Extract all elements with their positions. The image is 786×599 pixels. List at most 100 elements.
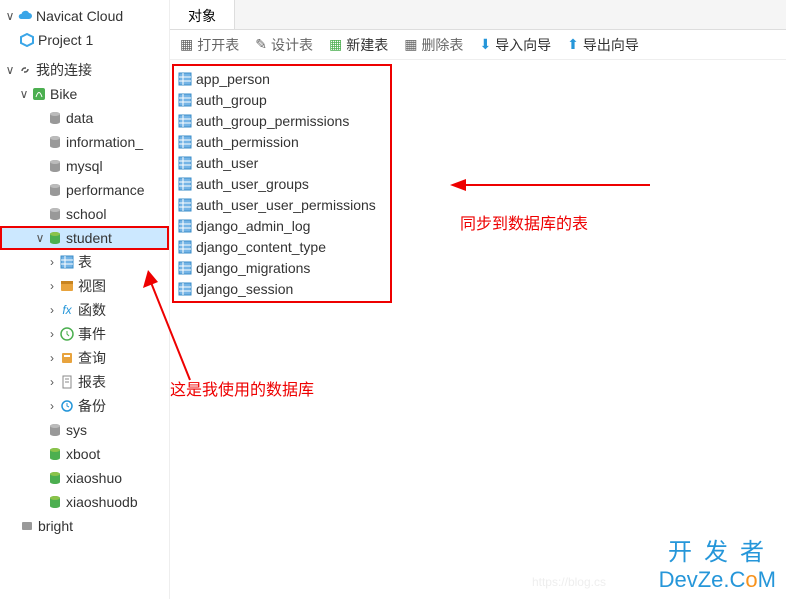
table-row[interactable]: django_content_type xyxy=(174,236,390,257)
table-icon xyxy=(176,198,194,212)
annotation-left: 这是我使用的数据库 xyxy=(170,376,314,400)
annotation-right: 同步到数据库的表 xyxy=(460,210,588,234)
db-label: xiaoshuodb xyxy=(66,494,138,510)
faint-url: https://blog.cs xyxy=(532,575,606,589)
export-wizard-button[interactable]: ⬆导出向导 xyxy=(567,35,639,55)
db-node-performance[interactable]: performance xyxy=(0,178,169,202)
table-icon xyxy=(176,93,194,107)
delete-label: 删除表 xyxy=(421,35,463,55)
table-row[interactable]: auth_user_user_permissions xyxy=(174,194,390,215)
table-icon xyxy=(176,72,194,86)
open-label: 打开表 xyxy=(197,35,239,55)
bike-connection-node[interactable]: ∨ Bike xyxy=(0,82,169,106)
db-label: xboot xyxy=(66,446,100,462)
database-icon xyxy=(46,111,64,125)
database-icon xyxy=(46,495,64,509)
fx-icon: fx xyxy=(58,303,76,317)
table-icon xyxy=(176,240,194,254)
my-connections-node[interactable]: ∨ 我的连接 xyxy=(0,58,169,82)
db-label: sys xyxy=(66,422,87,438)
db-node-mysql[interactable]: mysql xyxy=(0,154,169,178)
db-node-sys[interactable]: sys xyxy=(0,418,169,442)
chevron-down-icon: ∨ xyxy=(34,231,46,245)
navicat-cloud-label: Navicat Cloud xyxy=(36,8,123,24)
database-icon xyxy=(46,183,64,197)
student-child-label: 函数 xyxy=(78,300,106,320)
table-name: django_admin_log xyxy=(196,218,310,234)
tab-objects-label: 对象 xyxy=(188,8,216,24)
chevron-right-icon: › xyxy=(46,279,58,293)
table-row[interactable]: auth_permission xyxy=(174,131,390,152)
bright-connection-node[interactable]: bright xyxy=(0,514,169,538)
database-icon xyxy=(46,471,64,485)
import-wizard-button[interactable]: ⬇导入向导 xyxy=(479,35,551,55)
db-label: data xyxy=(66,110,93,126)
db-node-xiaoshuodb[interactable]: xiaoshuodb xyxy=(0,490,169,514)
database-icon xyxy=(46,423,64,437)
table-row[interactable]: auth_group_permissions xyxy=(174,110,390,131)
student-child-label: 视图 xyxy=(78,276,106,296)
hex-icon xyxy=(18,33,36,47)
arrow-right-annotation xyxy=(450,170,650,200)
chevron-right-icon: › xyxy=(46,303,58,317)
db-node-school[interactable]: school xyxy=(0,202,169,226)
table-name: auth_group_permissions xyxy=(196,113,349,129)
db-node-data[interactable]: data xyxy=(0,106,169,130)
view-icon xyxy=(58,279,76,293)
server-icon xyxy=(18,519,36,533)
table-icon xyxy=(176,156,194,170)
watermark: 开发者 DevZe.CoM xyxy=(659,532,776,593)
student-child-label: 表 xyxy=(78,252,92,272)
chevron-down-icon: ∨ xyxy=(18,87,30,101)
db-node-xiaoshuo[interactable]: xiaoshuo xyxy=(0,466,169,490)
table-row[interactable]: auth_group xyxy=(174,89,390,110)
table-name: app_person xyxy=(196,71,270,87)
table-name: auth_user_groups xyxy=(196,176,309,192)
student-child-label: 备份 xyxy=(78,396,106,416)
chevron-down-icon: ∨ xyxy=(4,63,16,77)
student-child-6[interactable]: ›备份 xyxy=(0,394,169,418)
tab-objects[interactable]: 对象 xyxy=(170,0,235,29)
table-name: django_session xyxy=(196,281,293,297)
table-name: auth_user_user_permissions xyxy=(196,197,376,213)
db-node-xboot[interactable]: xboot xyxy=(0,442,169,466)
table-name: django_migrations xyxy=(196,260,310,276)
chevron-right-icon: › xyxy=(46,351,58,365)
database-icon xyxy=(46,135,64,149)
student-child-label: 查询 xyxy=(78,348,106,368)
tab-bar: 对象 xyxy=(170,0,786,30)
db-label: information_ xyxy=(66,134,143,150)
navicat-cloud-node[interactable]: ∨ Navicat Cloud xyxy=(0,4,169,28)
student-child-label: 报表 xyxy=(78,372,106,392)
table-icon xyxy=(176,219,194,233)
table-name: django_content_type xyxy=(196,239,326,255)
table-row[interactable]: app_person xyxy=(174,68,390,89)
student-db-node[interactable]: ∨ student xyxy=(0,226,169,250)
table-row[interactable]: django_session xyxy=(174,278,390,299)
database-icon xyxy=(46,207,64,221)
cloud-icon xyxy=(16,8,34,24)
db-label: xiaoshuo xyxy=(66,470,122,486)
table-icon xyxy=(176,135,194,149)
table-row[interactable]: auth_user xyxy=(174,152,390,173)
db-node-information_[interactable]: information_ xyxy=(0,130,169,154)
bright-label: bright xyxy=(38,518,73,534)
watermark-cn: 开发者 xyxy=(659,532,776,567)
database-icon xyxy=(46,447,64,461)
delete-table-button[interactable]: ▦删除表 xyxy=(404,35,463,55)
open-table-button[interactable]: ▦打开表 xyxy=(180,35,239,55)
new-table-button[interactable]: ▦新建表 xyxy=(329,35,388,55)
grid-icon: ▦ xyxy=(180,36,193,53)
wm-o: o xyxy=(745,567,757,592)
link-icon xyxy=(16,63,34,77)
table-row[interactable]: auth_user_groups xyxy=(174,173,390,194)
watermark-en: DevZe.CoM xyxy=(659,567,776,593)
table-name: auth_user xyxy=(196,155,258,171)
table-row[interactable]: django_admin_log xyxy=(174,215,390,236)
project1-node[interactable]: Project 1 xyxy=(0,28,169,52)
project1-label: Project 1 xyxy=(38,32,93,48)
table-row[interactable]: django_migrations xyxy=(174,257,390,278)
database-icon xyxy=(46,231,64,245)
design-table-button[interactable]: ✎设计表 xyxy=(255,35,313,55)
import-icon: ⬇ xyxy=(479,36,491,53)
